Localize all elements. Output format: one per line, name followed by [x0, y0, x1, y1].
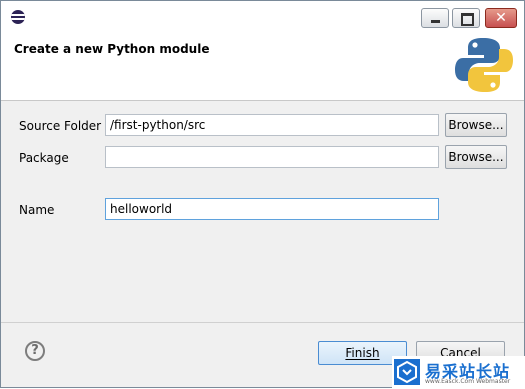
- wizard-header: Create a new Python module: [1, 31, 524, 101]
- python-logo-icon: [455, 38, 513, 92]
- footer-divider: [1, 322, 524, 323]
- package-input[interactable]: [105, 146, 439, 168]
- name-label: Name: [19, 203, 55, 217]
- maximize-icon: [461, 13, 474, 26]
- minimize-button[interactable]: [421, 8, 449, 28]
- title-bar[interactable]: ✕: [1, 1, 524, 31]
- close-button[interactable]: ✕: [485, 8, 517, 28]
- package-browse-button[interactable]: Browse...: [445, 145, 507, 169]
- name-input[interactable]: [105, 198, 439, 220]
- package-label: Package: [19, 151, 69, 165]
- maximize-button[interactable]: [452, 8, 480, 28]
- watermark-logo-icon: [394, 359, 420, 385]
- eclipse-icon: [11, 10, 25, 24]
- help-icon[interactable]: ?: [25, 341, 45, 361]
- source-folder-input[interactable]: [105, 114, 439, 136]
- dialog-window: ✕ Create a new Python module Source Fold…: [0, 0, 525, 389]
- close-icon: ✕: [495, 10, 507, 26]
- watermark: 易采站长站 www.Easck.Com Webmaster: [392, 356, 525, 389]
- minimize-icon: [431, 20, 440, 23]
- finish-button-label: Finish: [345, 346, 380, 360]
- source-folder-label: Source Folder: [19, 119, 102, 133]
- watermark-subtext: www.Easck.Com Webmaster: [425, 378, 511, 385]
- source-folder-browse-button[interactable]: Browse...: [445, 113, 507, 137]
- wizard-title: Create a new Python module: [14, 42, 210, 56]
